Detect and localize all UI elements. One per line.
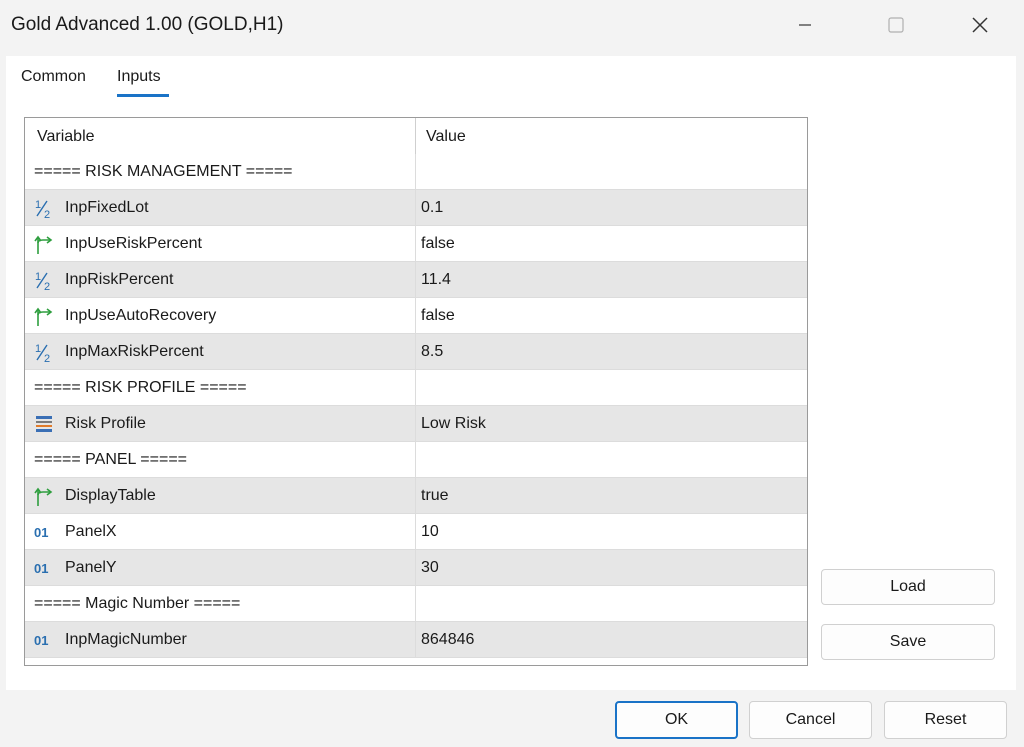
table-row[interactable]: 01 PanelY 30 [25,550,807,586]
svg-text:1: 1 [35,199,41,211]
save-button[interactable]: Save [821,624,995,660]
cell-divider [415,298,416,333]
svg-text:2: 2 [44,209,50,219]
variable-name: PanelY [65,559,117,576]
cell-divider [415,442,416,477]
minimize-icon [799,24,811,26]
section-row[interactable]: ===== PANEL ===== [25,442,807,478]
variable-value[interactable]: Low Risk [421,415,486,433]
table-row[interactable]: Risk Profile Low Risk [25,406,807,442]
close-icon [972,17,988,33]
cell-divider [415,406,416,441]
table-row[interactable]: 1 2 InpMaxRiskPercent 8.5 [25,334,807,370]
cell-divider [415,370,416,405]
variable-value[interactable]: true [421,487,449,505]
variable-name: Risk Profile [65,415,146,432]
reset-button[interactable]: Reset [884,701,1007,739]
cell-divider [415,478,416,513]
svg-text:01: 01 [34,525,48,540]
variable-value[interactable]: 10 [421,523,439,541]
cell-divider [415,190,416,225]
table-row[interactable]: 1 2 InpFixedLot 0.1 [25,190,807,226]
variable-value[interactable]: 0.1 [421,199,443,217]
svg-text:01: 01 [34,633,48,648]
variable-name: InpUseAutoRecovery [65,307,217,324]
cell-divider [415,262,416,297]
column-separator[interactable] [415,118,416,154]
variable-name: InpFixedLot [65,199,149,216]
table-row[interactable]: 1 2 InpRiskPercent 11.4 [25,262,807,298]
cell-divider [415,334,416,369]
window-title: Gold Advanced 1.00 (GOLD,H1) [11,14,284,35]
minimize-button[interactable] [785,8,825,42]
cancel-button[interactable]: Cancel [749,701,872,739]
integer-icon: 01 [33,557,55,579]
table-row[interactable]: InpUseRiskPercent false [25,226,807,262]
variable-name: InpUseRiskPercent [65,235,202,252]
variable-name: DisplayTable [65,487,156,504]
variable-value[interactable]: false [421,235,455,253]
column-header-value[interactable]: Value [426,128,466,146]
load-button[interactable]: Load [821,569,995,605]
svg-text:2: 2 [44,281,50,291]
fraction-icon: 12 [33,197,55,221]
cell-divider [415,550,416,585]
variable-name: InpRiskPercent [65,271,174,288]
section-row[interactable]: ===== RISK PROFILE ===== [25,370,807,406]
fraction-icon: 12 [33,269,55,293]
cell-divider [415,622,416,657]
section-row[interactable]: ===== Magic Number ===== [25,586,807,622]
svg-text:1: 1 [35,343,41,355]
grid-header: Variable Value [25,118,807,154]
svg-text:2: 2 [44,353,50,363]
table-row[interactable]: 01 PanelX 10 [25,514,807,550]
title-bar: Gold Advanced 1.00 (GOLD,H1) [0,0,1024,52]
variable-name: ===== PANEL ===== [34,451,188,468]
variable-value[interactable]: false [421,307,455,325]
boolean-arrow-icon [33,305,55,327]
maximize-button[interactable] [876,8,916,42]
ok-button[interactable]: OK [615,701,738,739]
fraction-icon: 12 [33,341,55,365]
variable-value[interactable]: 30 [421,559,439,577]
tab-common[interactable]: Common [21,68,86,86]
close-button[interactable] [960,8,1000,42]
cell-divider [415,514,416,549]
svg-text:01: 01 [34,561,48,576]
maximize-icon [888,17,904,33]
boolean-arrow-icon [33,233,55,255]
column-header-variable[interactable]: Variable [37,128,95,146]
grid-rows: ===== RISK MANAGEMENT ===== 1 2 InpFixedLot… [25,154,807,658]
variable-value[interactable]: 8.5 [421,343,443,361]
integer-icon: 01 [33,629,55,651]
table-row[interactable]: DisplayTable true [25,478,807,514]
cell-divider [415,226,416,261]
variable-value[interactable]: 864846 [421,631,474,649]
variable-name: InpMaxRiskPercent [65,343,204,360]
variable-name: ===== Magic Number ===== [34,595,241,612]
svg-text:1: 1 [35,271,41,283]
boolean-arrow-icon [33,485,55,507]
table-row[interactable]: InpUseAutoRecovery false [25,298,807,334]
variable-name: InpMagicNumber [65,631,187,648]
tab-inputs[interactable]: Inputs [117,68,161,86]
section-row[interactable]: ===== RISK MANAGEMENT ===== [25,154,807,190]
table-row[interactable]: 01 InpMagicNumber 864846 [25,622,807,658]
cell-divider [415,154,416,189]
variable-name: PanelX [65,523,117,540]
variable-name: ===== RISK PROFILE ===== [34,379,247,396]
cell-divider [415,586,416,621]
enum-list-icon [33,413,55,435]
integer-icon: 01 [33,521,55,543]
inputs-grid: Variable Value ===== RISK MANAGEMENT ===… [24,117,808,666]
variable-name: ===== RISK MANAGEMENT ===== [34,163,293,180]
active-tab-indicator [117,94,169,97]
variable-value[interactable]: 11.4 [421,271,451,289]
